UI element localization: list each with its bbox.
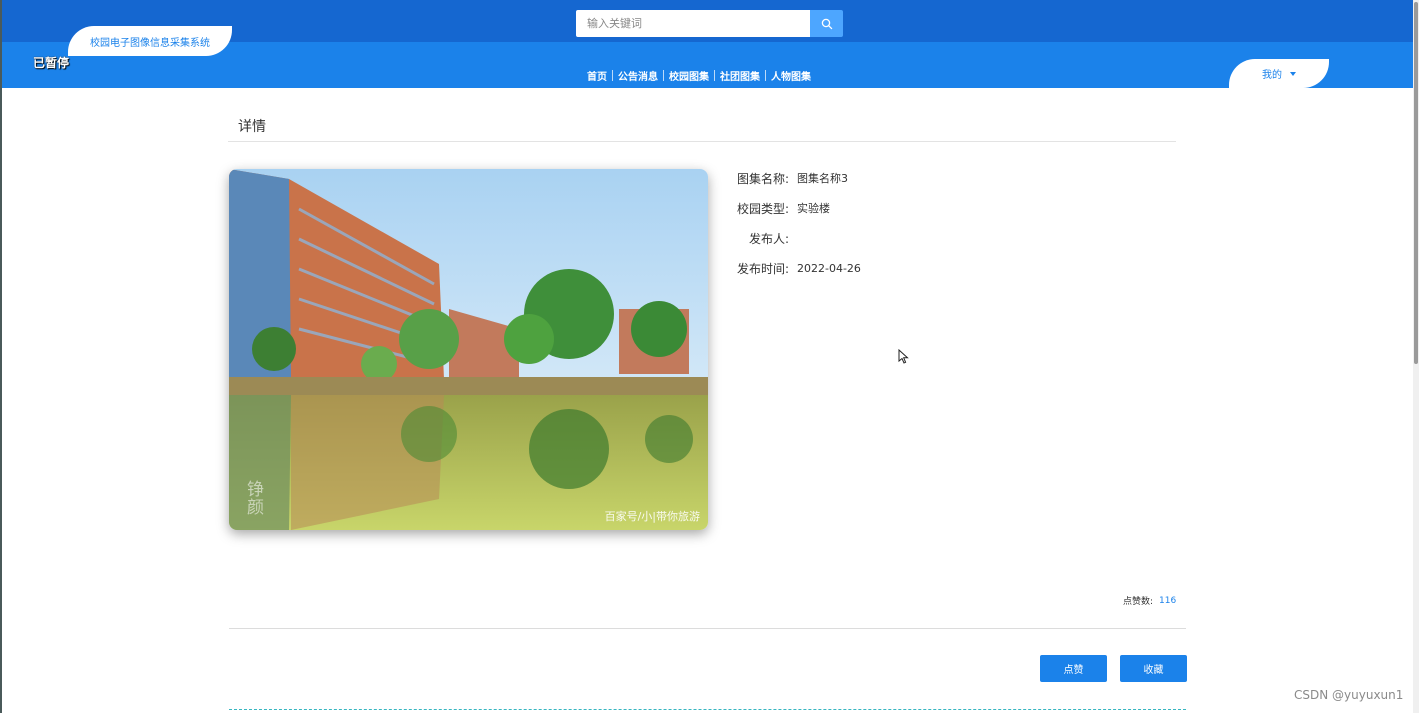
app-window: 校园电子图像信息采集系统 已暂停 首页 公告消息 校园图集 社团图集 人物图集 … — [0, 0, 1419, 713]
nav-item-home[interactable]: 首页 — [582, 68, 612, 83]
header-bar: 校园电子图像信息采集系统 已暂停 首页 公告消息 校园图集 社团图集 人物图集 … — [2, 0, 1413, 88]
search-box — [576, 10, 810, 37]
field-label: 校园类型: — [736, 201, 789, 216]
field-value: 实验楼 — [797, 202, 830, 215]
content-divider — [229, 628, 1186, 629]
nav-item-campus-gallery[interactable]: 校园图集 — [664, 68, 714, 83]
field-label: 发布人: — [748, 231, 789, 246]
field-value: 2022-04-26 — [797, 261, 861, 275]
detail-fields: 图集名称: 图集名称3 校园类型: 实验楼 发布人: 发布时间: 2022-04… — [729, 170, 861, 290]
search-input[interactable] — [585, 16, 809, 31]
gallery-image[interactable]: 百家号/小|带你旅游 铮颜 — [229, 169, 708, 530]
like-count: 点赞数: 116 — [1123, 594, 1177, 608]
paused-indicator: 已暂停 — [33, 56, 70, 70]
like-count-label: 点赞数: — [1123, 597, 1154, 607]
field-campus-type: 校园类型: 实验楼 — [729, 200, 861, 216]
csdn-watermark: CSDN @yuyuxun1 — [1294, 688, 1404, 702]
search-button[interactable] — [810, 10, 843, 37]
comments-divider — [229, 709, 1186, 710]
window-left-edge — [0, 0, 2, 713]
site-title[interactable]: 校园电子图像信息采集系统 — [68, 26, 232, 56]
mouse-pointer-icon — [898, 349, 909, 364]
caret-down-icon — [1290, 71, 1296, 76]
like-button[interactable]: 点赞 — [1040, 655, 1107, 682]
favorite-button[interactable]: 收藏 — [1120, 655, 1187, 682]
image-watermark-left: 铮颜 — [243, 480, 263, 516]
scrollbar-thumb[interactable] — [1414, 2, 1418, 364]
field-publisher: 发布人: — [729, 230, 861, 246]
field-label: 发布时间: — [736, 261, 789, 276]
section-title: 详情 — [238, 119, 266, 135]
field-label: 图集名称: — [736, 171, 789, 186]
nav-item-notices[interactable]: 公告消息 — [613, 68, 663, 83]
campus-photo — [229, 169, 708, 530]
like-count-value: 116 — [1159, 595, 1177, 606]
field-gallery-name: 图集名称: 图集名称3 — [729, 170, 861, 186]
field-value: 图集名称3 — [797, 172, 848, 185]
user-menu-button[interactable]: 我的 — [1229, 59, 1329, 88]
main-nav: 首页 公告消息 校园图集 社团图集 人物图集 — [582, 66, 816, 84]
user-menu-label: 我的 — [1262, 70, 1282, 81]
nav-item-club-gallery[interactable]: 社团图集 — [715, 68, 765, 83]
field-publish-time: 发布时间: 2022-04-26 — [729, 260, 861, 276]
title-divider — [228, 141, 1176, 142]
search-icon — [821, 18, 832, 29]
page-scrollbar[interactable] — [1413, 0, 1419, 713]
nav-item-people-gallery[interactable]: 人物图集 — [766, 68, 816, 83]
image-watermark: 百家号/小|带你旅游 — [604, 510, 700, 523]
